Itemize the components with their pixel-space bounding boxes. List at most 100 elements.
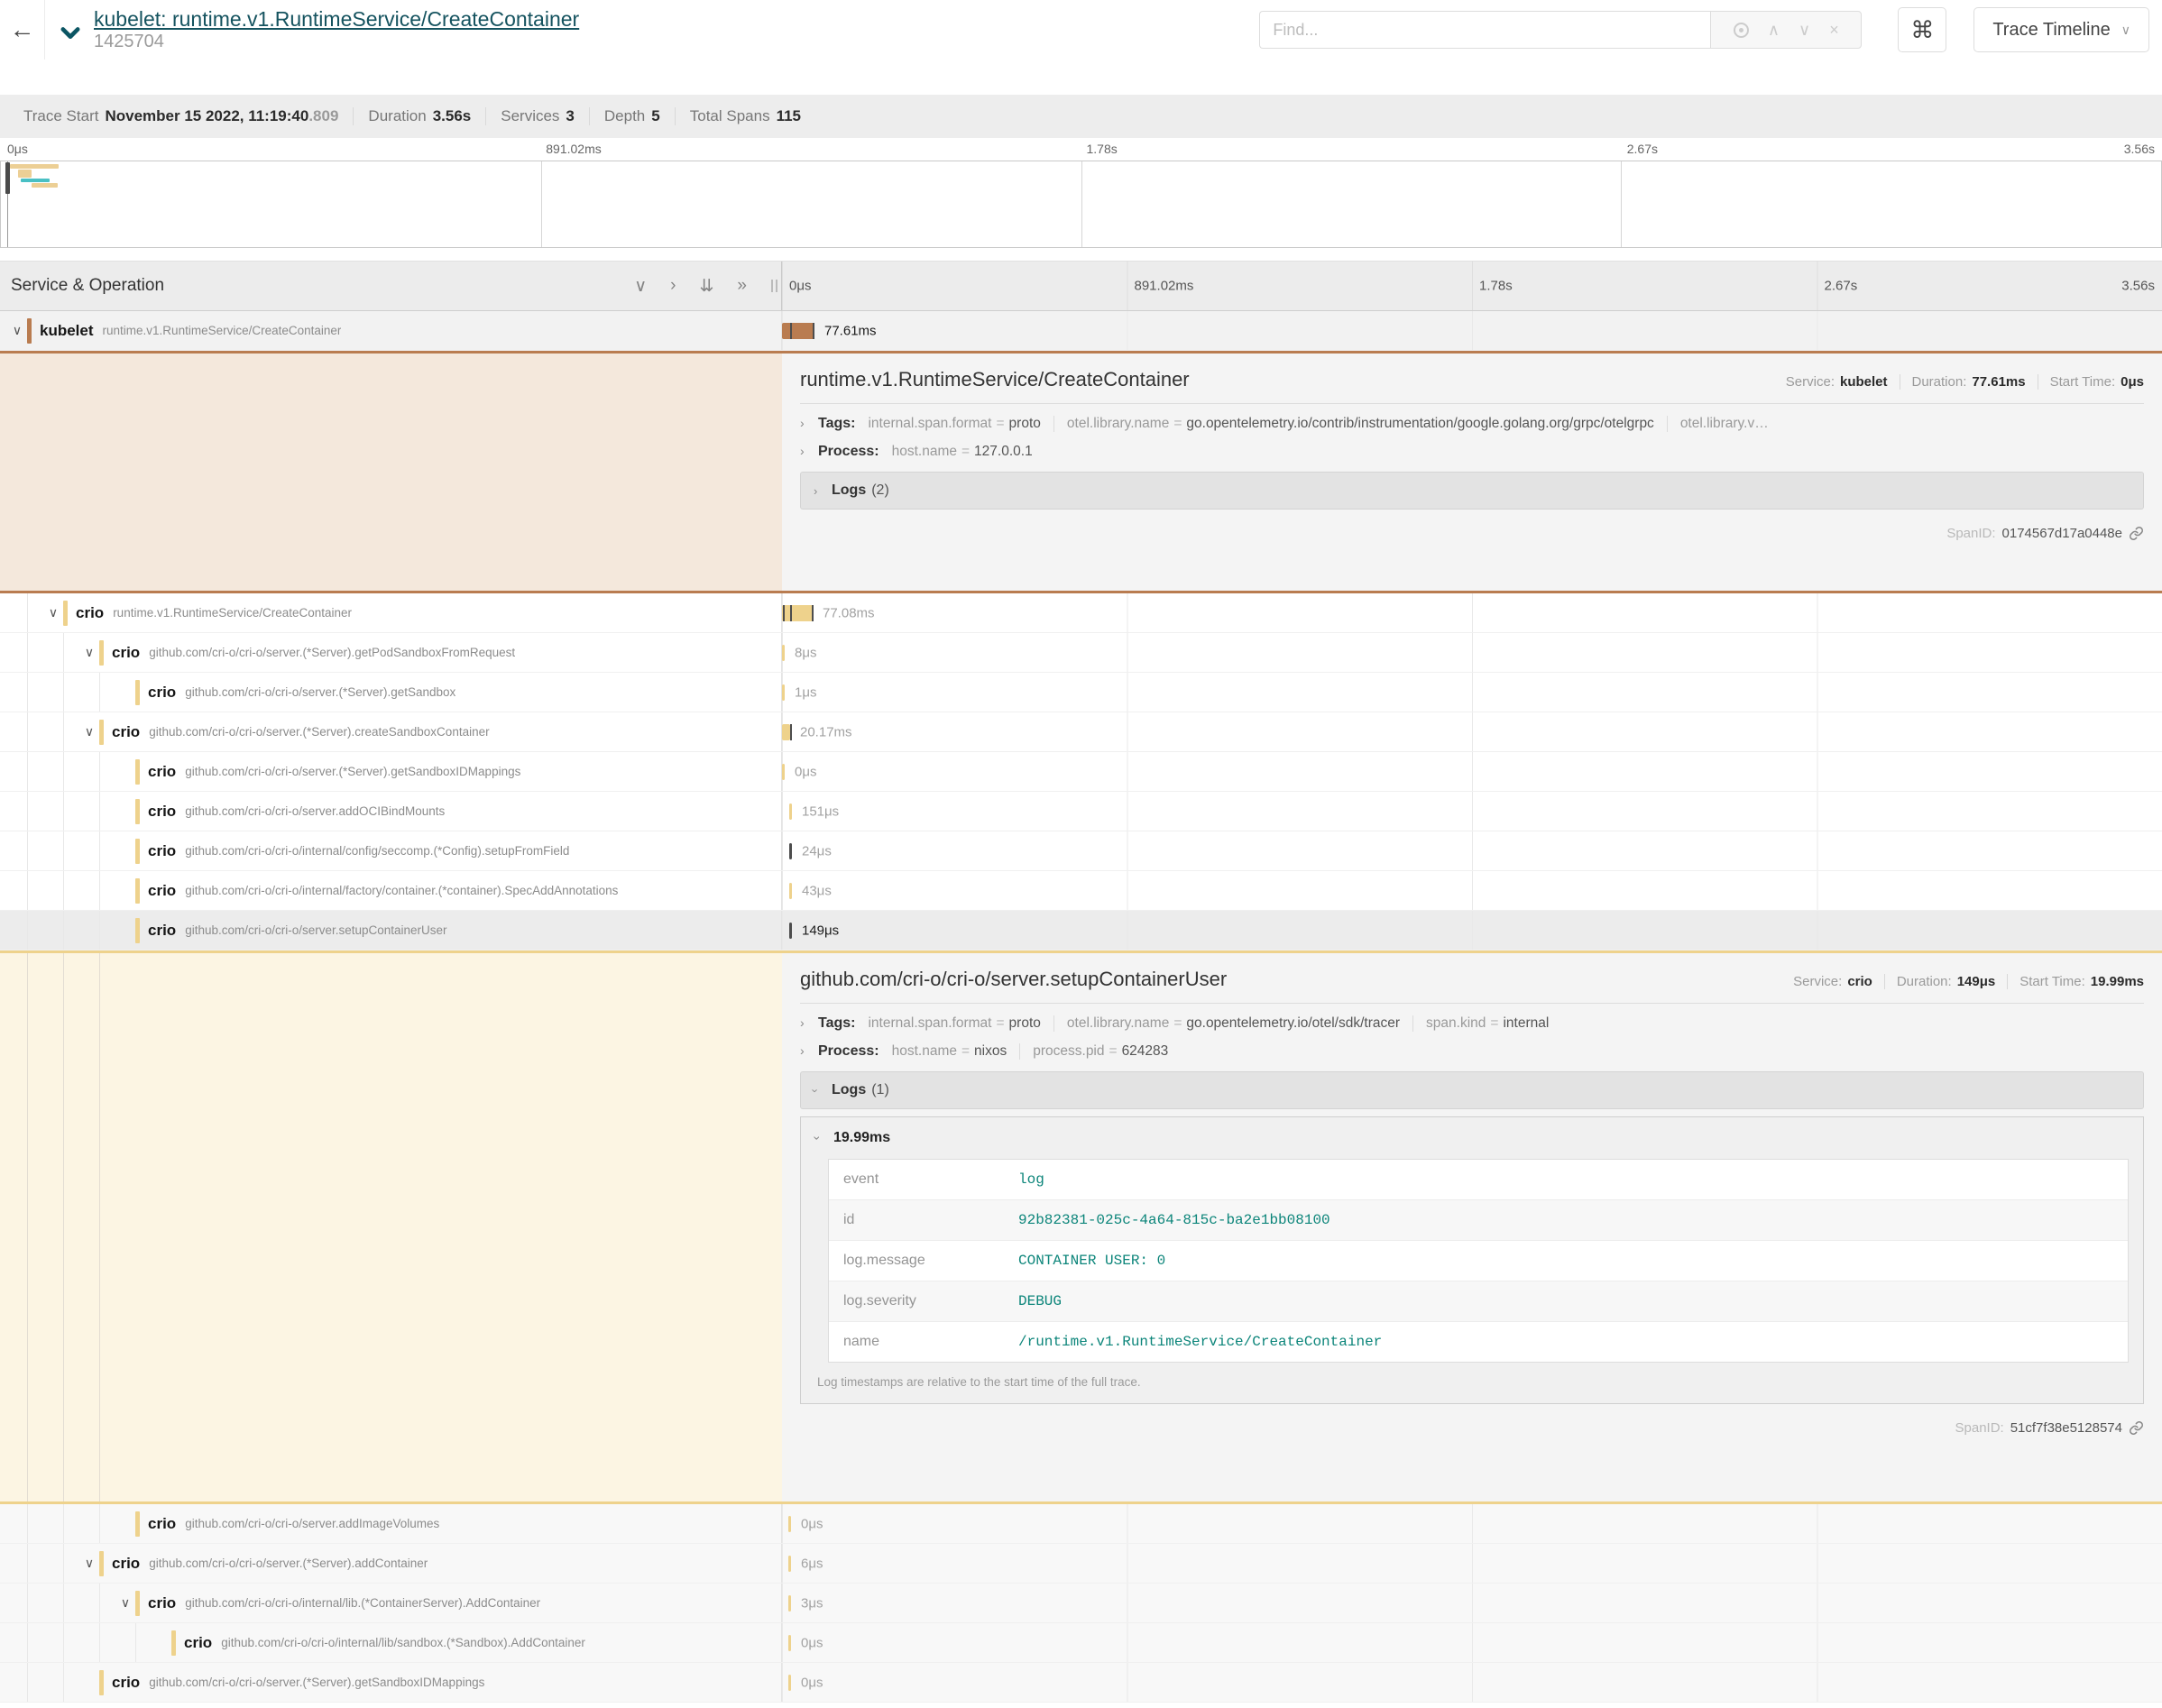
span-row-timeline-cell[interactable]: 77.08ms — [782, 593, 2162, 632]
span-row[interactable]: ∨ crio github.com/cri-o/cri-o/server.(*S… — [0, 633, 2162, 673]
service-color-bar — [135, 878, 140, 904]
span-row-timeline-cell[interactable]: 0μs — [782, 1663, 2162, 1702]
span-row-name-cell[interactable]: ∨ crio runtime.v1.RuntimeService/CreateC… — [0, 593, 782, 632]
timeline-span-bar[interactable] — [788, 1635, 791, 1651]
row-expand-chevron-icon[interactable]: ∨ — [79, 645, 99, 660]
trace-minimap[interactable] — [0, 161, 2162, 248]
timeline-span-bar[interactable] — [789, 923, 792, 939]
minimap-scrubber-handle[interactable] — [5, 162, 10, 194]
span-row-timeline-cell[interactable]: 149μs — [782, 911, 2162, 950]
span-row-name-cell[interactable]: ∨ crio github.com/cri-o/cri-o/internal/l… — [0, 1584, 782, 1622]
timeline-span-bar[interactable] — [788, 1675, 791, 1691]
timeline-span-bar[interactable] — [782, 764, 785, 780]
span-row-name-cell[interactable]: crio github.com/cri-o/cri-o/server.(*Ser… — [0, 1663, 782, 1702]
minimap-spacer — [0, 248, 2162, 261]
timeline-span-bar[interactable] — [788, 1516, 791, 1532]
span-row-name-cell[interactable]: crio github.com/cri-o/cri-o/server.addOC… — [0, 792, 782, 831]
span-row-name-cell[interactable]: crio github.com/cri-o/cri-o/internal/lib… — [0, 1623, 782, 1662]
span-row[interactable]: ∨ crio github.com/cri-o/cri-o/internal/l… — [0, 1584, 2162, 1623]
span-row-timeline-cell[interactable]: 8μs — [782, 633, 2162, 672]
row-expand-chevron-icon[interactable]: ∨ — [43, 605, 63, 620]
find-clear-icon[interactable]: × — [1829, 22, 1839, 38]
back-button[interactable]: ← — [0, 0, 45, 60]
span-row-timeline-cell[interactable]: 20.17ms — [782, 712, 2162, 751]
timeline-span-bar[interactable] — [789, 843, 792, 859]
span-row-timeline-cell[interactable]: 1μs — [782, 673, 2162, 712]
summary-total-spans: Total Spans 115 — [675, 107, 815, 125]
find-prev-icon[interactable]: ∧ — [1768, 22, 1780, 38]
span-row[interactable]: crio github.com/cri-o/cri-o/server.addOC… — [0, 792, 2162, 831]
row-expand-chevron-icon[interactable]: ∨ — [7, 323, 27, 338]
span-row-name-cell[interactable]: crio github.com/cri-o/cri-o/internal/fac… — [0, 871, 782, 910]
logs-accordion[interactable]: › Logs (1) — [800, 1071, 2144, 1109]
span-row[interactable]: crio github.com/cri-o/cri-o/internal/lib… — [0, 1623, 2162, 1663]
column-resize-handle[interactable] — [771, 280, 777, 292]
row-expand-chevron-icon[interactable]: ∨ — [79, 1556, 99, 1571]
span-row-timeline-cell[interactable]: 24μs — [782, 831, 2162, 870]
span-row-timeline-cell[interactable]: 0μs — [782, 1504, 2162, 1543]
span-row-timeline-cell[interactable]: 3μs — [782, 1584, 2162, 1622]
span-row-timeline-cell[interactable]: 0μs — [782, 752, 2162, 791]
span-row[interactable]: crio github.com/cri-o/cri-o/server.(*Ser… — [0, 1663, 2162, 1703]
span-row[interactable]: ∨ crio github.com/cri-o/cri-o/server.(*S… — [0, 1544, 2162, 1584]
row-expand-chevron-icon[interactable]: ∨ — [115, 1595, 135, 1611]
span-row-name-cell[interactable]: ∨ crio github.com/cri-o/cri-o/server.(*S… — [0, 712, 782, 751]
span-row-name-cell[interactable]: ∨ crio github.com/cri-o/cri-o/server.(*S… — [0, 1544, 782, 1583]
span-row[interactable]: ∨ kubelet runtime.v1.RuntimeService/Crea… — [0, 311, 2162, 351]
span-row-timeline-cell[interactable]: 77.61ms — [782, 311, 2162, 350]
span-row-name-cell[interactable]: crio github.com/cri-o/cri-o/server.(*Ser… — [0, 752, 782, 791]
span-row-timeline-cell[interactable]: 6μs — [782, 1544, 2162, 1583]
timeline-span-bar[interactable] — [782, 605, 813, 621]
process-section[interactable]: › Process: host.name=127.0.0.1 — [800, 444, 2144, 460]
tags-section[interactable]: › Tags: internal.span.format=proto otel.… — [800, 1015, 2144, 1032]
locate-icon[interactable] — [1734, 23, 1749, 38]
tags-section[interactable]: › Tags: internal.span.format=proto otel.… — [800, 416, 2144, 432]
span-row[interactable]: crio github.com/cri-o/cri-o/server.(*Ser… — [0, 673, 2162, 712]
log-timestamp-toggle[interactable]: › 19.99ms — [815, 1130, 2129, 1146]
link-icon[interactable] — [2129, 1420, 2144, 1436]
timeline-span-bar[interactable] — [788, 1595, 791, 1612]
timeline-span-bar[interactable] — [789, 883, 792, 899]
span-row-name-cell[interactable]: ∨ kubelet runtime.v1.RuntimeService/Crea… — [0, 311, 782, 350]
find-input[interactable] — [1259, 11, 1710, 49]
span-row[interactable]: crio github.com/cri-o/cri-o/internal/con… — [0, 831, 2162, 871]
expand-all-icon[interactable]: » — [737, 276, 747, 297]
timeline-span-bar[interactable] — [782, 724, 790, 740]
log-marker-tick — [813, 323, 814, 339]
span-row-name-cell[interactable]: crio github.com/cri-o/cri-o/internal/con… — [0, 831, 782, 870]
timeline-span-bar[interactable] — [782, 645, 785, 661]
timeline-span-bar[interactable] — [782, 323, 814, 339]
span-row-timeline-cell[interactable]: 0μs — [782, 1623, 2162, 1662]
span-row-timeline-cell[interactable]: 151μs — [782, 792, 2162, 831]
process-section[interactable]: › Process: host.name=nixos process.pid=6… — [800, 1043, 2144, 1060]
logs-accordion[interactable]: › Logs (2) — [800, 472, 2144, 510]
collapse-one-icon[interactable]: ∨ — [634, 276, 647, 297]
chevron-right-icon: › — [800, 416, 818, 430]
span-row[interactable]: crio github.com/cri-o/cri-o/server.setup… — [0, 911, 2162, 950]
timeline-span-bar[interactable] — [789, 803, 792, 820]
axis-tick: 2.67s — [1825, 279, 1858, 294]
find-next-icon[interactable]: ∨ — [1799, 22, 1810, 38]
span-row[interactable]: crio github.com/cri-o/cri-o/server.addIm… — [0, 1504, 2162, 1544]
span-row[interactable]: crio github.com/cri-o/cri-o/internal/fac… — [0, 871, 2162, 911]
span-row-timeline-cell[interactable]: 43μs — [782, 871, 2162, 910]
collapse-all-icon[interactable]: ⇊ — [700, 276, 714, 297]
span-row[interactable]: ∨ crio github.com/cri-o/cri-o/server.(*S… — [0, 712, 2162, 752]
trace-title-link[interactable]: kubelet: runtime.v1.RuntimeService/Creat… — [94, 7, 579, 31]
link-icon[interactable] — [2129, 526, 2144, 541]
keyboard-shortcuts-button[interactable]: ⌘ — [1898, 7, 1946, 52]
trace-collapse-toggle[interactable] — [58, 20, 83, 45]
span-row-name-cell[interactable]: crio github.com/cri-o/cri-o/server.setup… — [0, 911, 782, 950]
trace-view-label: Trace Timeline — [1992, 20, 2110, 41]
span-row[interactable]: crio github.com/cri-o/cri-o/server.(*Ser… — [0, 752, 2162, 792]
expand-one-icon[interactable]: › — [670, 276, 676, 297]
span-row-name-cell[interactable]: crio github.com/cri-o/cri-o/server.(*Ser… — [0, 673, 782, 712]
trace-view-select[interactable]: Trace Timeline ∨ — [1973, 7, 2149, 52]
summary-trace-start: Trace Start November 15 2022, 11:19:40.8… — [9, 107, 353, 125]
span-row-name-cell[interactable]: crio github.com/cri-o/cri-o/server.addIm… — [0, 1504, 782, 1543]
row-expand-chevron-icon[interactable]: ∨ — [79, 724, 99, 739]
timeline-span-bar[interactable] — [782, 684, 785, 701]
span-row[interactable]: ∨ crio runtime.v1.RuntimeService/CreateC… — [0, 593, 2162, 633]
timeline-span-bar[interactable] — [788, 1556, 791, 1572]
span-row-name-cell[interactable]: ∨ crio github.com/cri-o/cri-o/server.(*S… — [0, 633, 782, 672]
